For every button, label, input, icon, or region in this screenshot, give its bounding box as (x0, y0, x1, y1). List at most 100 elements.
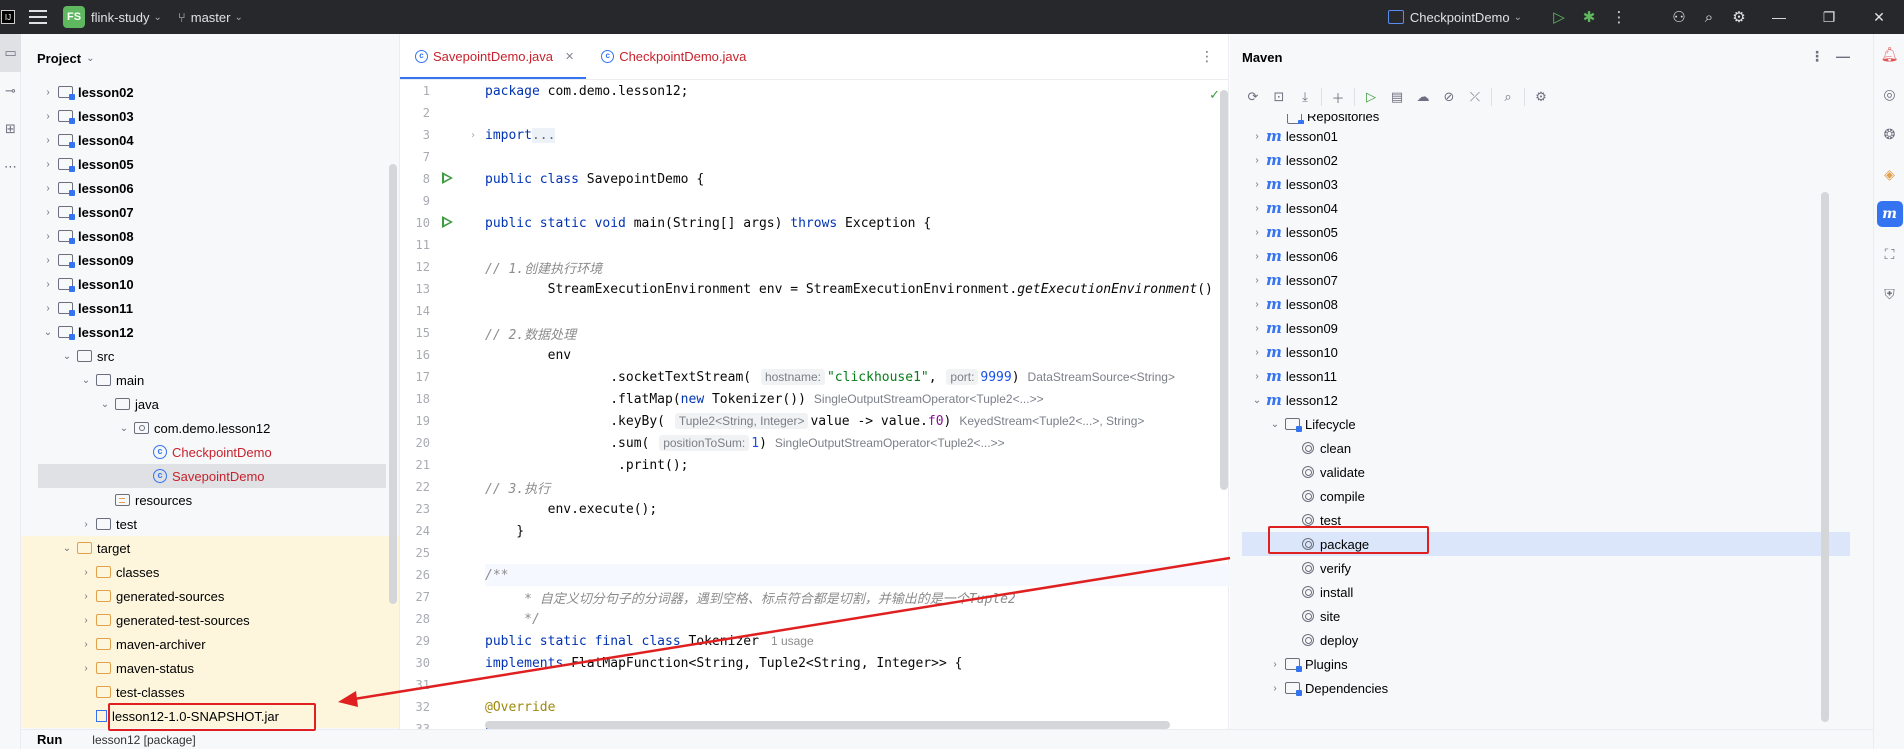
chevron-right-icon[interactable]: › (41, 111, 55, 122)
maven-tree-item[interactable]: › Dependencies (1230, 676, 1873, 700)
database-icon[interactable]: ◈ (1874, 154, 1904, 194)
run-tool-window-tab[interactable]: Run (37, 732, 62, 747)
chevron-right-icon[interactable]: › (1250, 323, 1264, 334)
tree-item[interactable]: › maven-status (21, 656, 399, 680)
analyze-dependencies-icon[interactable]: ⌕ (1495, 85, 1521, 109)
maven-tree-item[interactable]: › m lesson05 (1230, 220, 1873, 244)
code-line[interactable]: // 1.创建执行环境 (485, 256, 1230, 278)
close-icon[interactable]: ✕ (1854, 0, 1904, 34)
maven-tree-item[interactable]: site (1230, 604, 1873, 628)
tree-item[interactable]: › lesson02 (21, 80, 399, 104)
tree-item[interactable]: › lesson05 (21, 152, 399, 176)
run-configuration-selector[interactable]: CheckpointDemo ⌄ (1387, 10, 1526, 25)
chevron-right-icon[interactable]: › (1250, 275, 1264, 286)
code-line[interactable]: env (485, 344, 1230, 366)
chevron-right-icon[interactable]: › (41, 255, 55, 266)
tree-item[interactable]: › maven-archiver (21, 632, 399, 656)
tree-item[interactable]: › lesson11 (21, 296, 399, 320)
code-line[interactable]: .socketTextStream( hostname: "clickhouse1… (485, 366, 1230, 388)
tree-item[interactable]: › lesson07 (21, 200, 399, 224)
maven-tree-item[interactable]: › m lesson04 (1230, 196, 1873, 220)
generate-sources-icon[interactable]: ⊡ (1266, 85, 1292, 109)
project-name[interactable]: flink-study (91, 10, 150, 25)
chevron-right-icon[interactable]: › (41, 183, 55, 194)
chevron-down-icon[interactable]: ⌄ (1250, 395, 1264, 406)
chevron-right-icon[interactable]: › (1250, 371, 1264, 382)
maven-icon[interactable]: m (1874, 194, 1904, 234)
code-area[interactable]: 1 2 3 › 7 8 9 10 11 12 13 14 15 16 17 18 19 20 21 22 23 24 25 2… (400, 80, 1230, 737)
code-line[interactable] (485, 674, 1230, 696)
maven-tree-item[interactable]: deploy (1230, 628, 1873, 652)
maven-tree-item[interactable]: › m lesson02 (1230, 148, 1873, 172)
more-tabs-icon[interactable]: ⋮ (1200, 48, 1214, 65)
chevron-down-icon[interactable]: ⌄ (234, 12, 242, 23)
collapse-icon[interactable]: ⤫ (1462, 85, 1488, 109)
chevron-right-icon[interactable]: › (1250, 155, 1264, 166)
code-line[interactable] (485, 234, 1230, 256)
hierarchy-icon[interactable]: ⛶ (1874, 234, 1904, 274)
run-gutter-icon[interactable] (442, 216, 453, 228)
main-menu-icon[interactable] (29, 10, 47, 24)
chevron-right-icon[interactable]: › (1250, 179, 1264, 190)
maven-tree-item[interactable]: compile (1230, 484, 1873, 508)
chevron-right-icon[interactable]: › (41, 159, 55, 170)
maven-tree-item[interactable]: › m lesson01 (1230, 124, 1873, 148)
tree-item[interactable]: › classes (21, 560, 399, 584)
code-line[interactable] (485, 102, 1230, 124)
code-line[interactable]: */ (485, 608, 1230, 630)
chevron-down-icon[interactable]: ⌄ (60, 351, 74, 362)
vcs-branch[interactable]: master (191, 10, 231, 25)
chevron-right-icon[interactable]: › (41, 231, 55, 242)
chevron-right-icon[interactable]: › (1250, 131, 1264, 142)
maven-tree-item[interactable]: › m lesson08 (1230, 292, 1873, 316)
code-line[interactable]: .sum( positionToSum: 1) SingleOutputStream… (485, 432, 1230, 454)
tree-item[interactable]: › lesson08 (21, 224, 399, 248)
chevron-right-icon[interactable]: › (1250, 299, 1264, 310)
code-line[interactable]: /** (485, 564, 1230, 586)
chevron-right-icon[interactable]: › (1268, 683, 1282, 694)
maven-tree-item[interactable]: clean (1230, 436, 1873, 460)
debug-icon[interactable]: ✱ (1574, 0, 1604, 34)
code-line[interactable]: // 2.数据处理 (485, 322, 1230, 344)
structure-icon[interactable]: ⊞ (0, 110, 21, 148)
maven-tree-item[interactable]: › m lesson03 (1230, 172, 1873, 196)
code-line[interactable]: package com.demo.lesson12; (485, 80, 1230, 102)
run-icon[interactable]: ▷ (1358, 85, 1384, 109)
tab-savepointdemo[interactable]: c SavepointDemo.java ✕ (400, 33, 587, 79)
horizontal-scrollbar[interactable] (485, 721, 1170, 729)
tree-item[interactable]: c CheckpointDemo (21, 440, 399, 464)
tree-item[interactable]: › lesson06 (21, 176, 399, 200)
chevron-right-icon[interactable]: › (1268, 659, 1282, 670)
chevron-right-icon[interactable]: › (79, 567, 93, 578)
chevron-down-icon[interactable]: ⌄ (60, 543, 74, 554)
tree-item[interactable]: test-classes (21, 680, 399, 704)
code-line[interactable] (485, 146, 1230, 168)
chevron-down-icon[interactable]: ⌄ (154, 12, 162, 23)
hide-panel-icon[interactable]: — (1836, 48, 1850, 64)
maven-tree-item[interactable]: › m lesson07 (1230, 268, 1873, 292)
gradle-icon[interactable]: ❂ (1874, 114, 1904, 154)
chevron-right-icon[interactable]: › (79, 663, 93, 674)
chevron-right-icon[interactable]: › (79, 591, 93, 602)
chevron-down-icon[interactable]: ⌄ (86, 53, 94, 64)
tree-item[interactable]: ⌄ com.demo.lesson12 (21, 416, 399, 440)
code-line[interactable]: StreamExecutionEnvironment env = StreamE… (485, 278, 1230, 300)
chevron-right-icon[interactable]: › (41, 135, 55, 146)
tab-checkpointdemo[interactable]: c CheckpointDemo.java (586, 33, 758, 79)
run-tab-lesson12-package[interactable]: lesson12 [package] (92, 733, 195, 747)
restore-icon[interactable]: ❐ (1804, 0, 1854, 34)
tree-item[interactable]: ⌄ src (21, 344, 399, 368)
tree-item[interactable]: ⌄ lesson12 (21, 320, 399, 344)
close-tab-icon[interactable]: ✕ (565, 50, 574, 63)
code-line[interactable]: .keyBy( Tuple2<String, Integer> value -> … (485, 410, 1230, 432)
maven-tree-item[interactable]: Repositories (1230, 114, 1873, 124)
code-line[interactable] (485, 300, 1230, 322)
editor-scrollbar[interactable] (1220, 90, 1228, 490)
maven-tree-item[interactable]: ⌄ Lifecycle (1230, 412, 1873, 436)
maven-tree-item[interactable]: install (1230, 580, 1873, 604)
folder-icon[interactable]: ▭ (0, 34, 21, 72)
chevron-right-icon[interactable]: › (1250, 347, 1264, 358)
code-line[interactable]: import ... (485, 124, 1230, 146)
maven-tree-item[interactable]: validate (1230, 460, 1873, 484)
chevron-right-icon[interactable]: › (1250, 203, 1264, 214)
